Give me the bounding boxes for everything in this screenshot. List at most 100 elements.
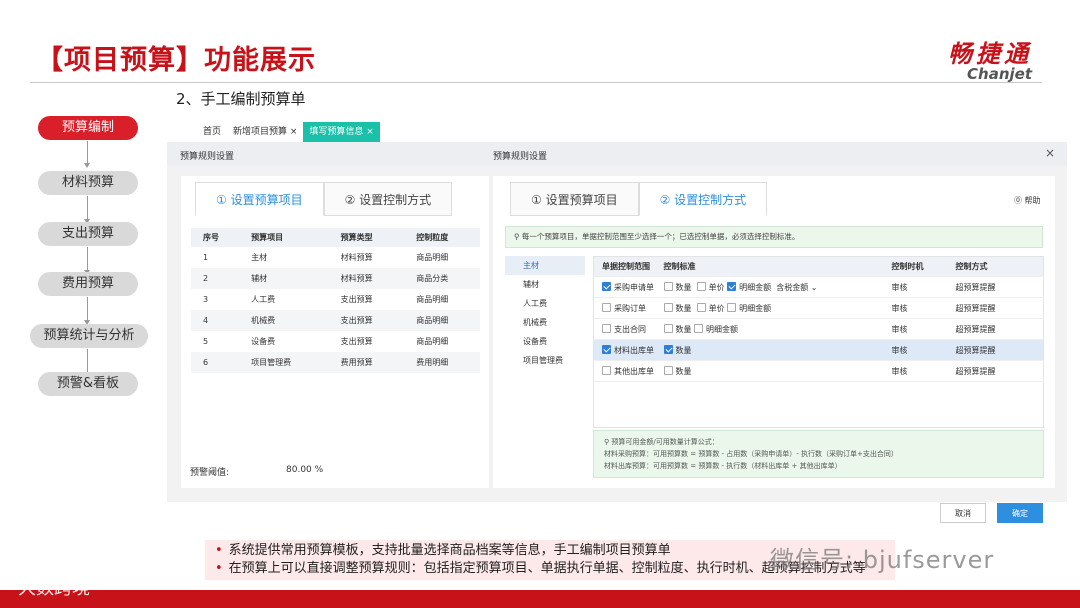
tab-set-budget-items[interactable]: ① 设置预算项目 <box>195 182 324 216</box>
table-row[interactable]: 2 辅材 材料预算 商品分类 <box>191 268 480 289</box>
cell: 数量 明细金额 <box>655 318 884 340</box>
table-row[interactable]: 4 机械费 支出预算 商品明细 <box>191 310 480 331</box>
flow-step-warning: 预警&看板 <box>38 372 138 396</box>
cell: 辅材 <box>239 268 329 289</box>
cell: 商品分类 <box>404 268 480 289</box>
section-subtitle: 2、手工编制预算单 <box>176 90 306 108</box>
cell[interactable]: 审核 <box>883 276 948 298</box>
checkbox[interactable] <box>663 302 673 312</box>
confirm-button[interactable]: 确定 <box>997 503 1043 523</box>
doc-label: 采购申请单 <box>614 282 654 292</box>
cell: 材料预算 <box>328 268 405 289</box>
footer-bar <box>0 590 1080 608</box>
cell: 支出预算 <box>340 337 373 346</box>
cell: 6 <box>191 352 240 373</box>
cell: 数量 单价 明细金额 含税金额 ⌄ <box>655 276 884 298</box>
tax-select[interactable]: 含税金额 <box>776 283 808 292</box>
cell: 5 <box>203 337 209 346</box>
help-link[interactable]: ⓪ 帮助 <box>1014 195 1041 206</box>
flow-arrow <box>84 349 90 377</box>
cell: 支出合同 <box>593 318 656 340</box>
list-item[interactable]: 设备费 <box>505 332 585 351</box>
table-row[interactable]: 1 主材 材料预算 商品明细 <box>191 247 480 268</box>
col-mode: 控制方式 <box>947 256 1044 277</box>
std-label: 数量 <box>675 345 692 355</box>
tab-set-control-mode[interactable]: ② 设置控制方式 <box>323 182 453 216</box>
table-row: 其他出库单 数量 审核 超预算提醒 <box>593 360 1044 382</box>
checkbox[interactable] <box>663 344 673 354</box>
cell: 商品明细 <box>416 337 449 346</box>
std-label: 明细金额 <box>739 282 772 292</box>
cancel-button[interactable]: 取消 <box>940 503 986 523</box>
threshold-label: 预警阈值: <box>190 468 230 478</box>
std-label: 单价 <box>708 282 725 292</box>
cell: 费用预算 <box>328 352 405 373</box>
checkbox[interactable] <box>727 281 737 291</box>
list-item[interactable]: 项目管理费 <box>505 351 585 370</box>
col-granularity: 控制粒度 <box>404 228 480 247</box>
cell: 1 <box>203 253 209 262</box>
cell: 4 <box>191 310 240 331</box>
cell: 采购申请单 <box>593 276 656 298</box>
close-icon[interactable]: × <box>1045 146 1055 160</box>
list-item[interactable]: 人工费 <box>505 294 585 313</box>
tab-new-budget[interactable]: 新增项目预算 × <box>227 122 303 142</box>
std-label: 数量 <box>675 282 692 292</box>
list-item[interactable]: 辅材 <box>505 275 585 294</box>
cell: 材料出库单 <box>593 339 656 361</box>
checkbox[interactable] <box>694 323 704 333</box>
table-row: 支出合同 数量 明细金额 审核 超预算提醒 <box>593 318 1044 340</box>
checkbox[interactable] <box>696 302 706 312</box>
std-label: 数量 <box>675 303 692 313</box>
checkbox[interactable] <box>727 302 737 312</box>
table-row[interactable]: 5 设备费 支出预算 商品明细 <box>191 331 480 352</box>
cell[interactable]: 超预算提醒 <box>947 318 1044 340</box>
checkbox[interactable] <box>602 323 611 333</box>
cell[interactable]: 超预算提醒 <box>947 339 1044 361</box>
app-tab-bar: 首页 新增项目预算 × 填写预算信息 × <box>197 122 380 142</box>
cell: 商品明细 <box>404 310 480 331</box>
logo-cn: 畅捷通 <box>948 40 1032 68</box>
bullet-icon: • <box>215 561 223 576</box>
checkbox[interactable] <box>696 281 706 291</box>
cell[interactable]: 超预算提醒 <box>947 276 1044 298</box>
checkbox[interactable] <box>602 281 611 291</box>
cell[interactable]: 审核 <box>883 360 948 382</box>
col-doc-scope: 单据控制范围 <box>593 256 656 277</box>
checkbox[interactable] <box>663 281 673 291</box>
cell[interactable]: 超预算提醒 <box>947 297 1044 319</box>
checkbox[interactable] <box>602 302 611 312</box>
tab-set-control-mode[interactable]: ② 设置控制方式 <box>638 182 768 216</box>
list-item[interactable]: 主材 <box>505 256 585 275</box>
tab-fill-budget[interactable]: 填写预算信息 × <box>303 122 380 142</box>
checkbox[interactable] <box>602 344 611 354</box>
checkbox[interactable] <box>663 323 673 333</box>
flow-arrow <box>84 247 90 275</box>
tab-set-budget-items[interactable]: ① 设置预算项目 <box>510 182 639 216</box>
cell: 其他出库单 <box>593 360 656 382</box>
cell: 人工费 <box>251 295 276 304</box>
checkbox[interactable] <box>663 365 673 375</box>
table-row[interactable]: 3 人工费 支出预算 商品明细 <box>191 289 480 310</box>
std-label: 数量 <box>675 366 692 376</box>
doc-label: 采购订单 <box>614 303 646 313</box>
flow-step-expense: 支出预算 <box>38 222 138 246</box>
cell[interactable]: 审核 <box>883 297 948 319</box>
cell: 数量 单价 明细金额 <box>655 297 884 319</box>
tab-home[interactable]: 首页 <box>197 122 227 142</box>
cell[interactable]: 审核 <box>883 339 948 361</box>
cell[interactable]: 超预算提醒 <box>947 360 1044 382</box>
budget-item-list: 主材 辅材 人工费 机械费 设备费 项目管理费 <box>505 256 585 370</box>
list-item[interactable]: 机械费 <box>505 313 585 332</box>
cell: 主材 <box>251 253 268 262</box>
cell: 费用明细 <box>404 352 480 373</box>
flow-arrow <box>84 141 90 168</box>
chevron-down-icon[interactable]: ⌄ <box>811 283 818 292</box>
budget-items-table: 序号 预算项目 预算类型 控制粒度 1 主材 材料预算 商品明细 2 辅材 材料预算 商品分… <box>191 228 480 373</box>
cell[interactable]: 审核 <box>883 318 948 340</box>
table-row[interactable]: 6 项目管理费 费用预算 费用明细 <box>191 352 480 373</box>
watermark-left: 大数跨境 <box>18 578 90 599</box>
checkbox[interactable] <box>602 365 611 375</box>
std-label: 明细金额 <box>706 324 739 334</box>
threshold-input[interactable]: 80.00 % <box>286 465 386 475</box>
